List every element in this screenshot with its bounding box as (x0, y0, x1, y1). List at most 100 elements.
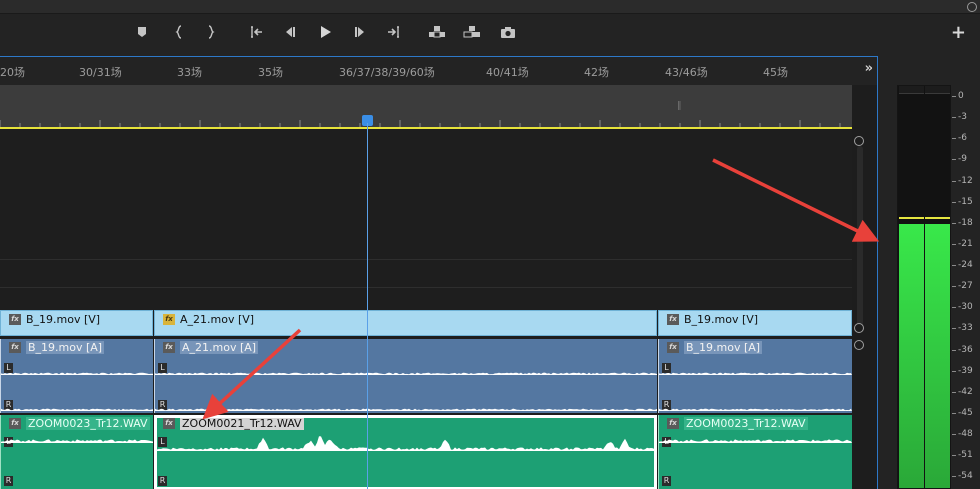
selected-audio-clip[interactable]: fx ZOOM0021_Tr12.WAV L R (154, 415, 657, 489)
scrollbar-handle[interactable] (854, 340, 864, 350)
audio-waveform (659, 439, 852, 443)
playhead-line (367, 123, 368, 489)
db-tick (952, 434, 956, 436)
db-tick (952, 201, 956, 203)
waveform-path (155, 408, 657, 411)
lift-icon[interactable] (426, 22, 448, 42)
play-icon[interactable] (314, 22, 336, 42)
marker-label[interactable]: 36/37/38/39/60场 (339, 64, 435, 80)
scrollbar-top-handle[interactable] (854, 136, 864, 146)
db-label: -15 (958, 196, 973, 207)
db-label: -51 (958, 450, 973, 461)
marker-label[interactable]: 20场 (0, 64, 25, 80)
fx-icon: fx (9, 342, 21, 353)
fx-icon: fx (667, 342, 679, 353)
step-forward-icon[interactable] (349, 22, 371, 42)
go-to-out-icon[interactable] (383, 22, 405, 42)
db-tick (952, 117, 956, 119)
waveform-path (659, 439, 852, 443)
audio-waveform (659, 372, 852, 375)
step-back-icon[interactable] (279, 22, 301, 42)
track-divider (0, 287, 852, 288)
audio-waveform (155, 408, 657, 411)
db-tick (952, 286, 956, 288)
mark-in-icon[interactable] (168, 22, 190, 42)
audio-clip[interactable]: fx A_21.mov [A] L R (154, 339, 657, 413)
db-label: -39 (958, 365, 973, 376)
clip-name: B_19.mov [A] (684, 341, 763, 354)
db-scale: 0 -3 -6 -9 -12 -15 -18 -21 -24 -27 -30 -33 -36 -39 -42… (952, 85, 980, 489)
db-label: -24 (958, 260, 973, 271)
clip-indicator-right[interactable] (925, 86, 950, 94)
track-divider (0, 259, 852, 260)
panel-top-strip (0, 0, 980, 14)
marker-label[interactable]: 40/41场 (486, 64, 529, 80)
audio-clip[interactable]: fx B_19.mov [A] L R (658, 339, 852, 413)
peak-indicator-left (899, 216, 924, 219)
mark-out-icon[interactable] (200, 22, 222, 42)
db-tick (952, 243, 956, 245)
clip-name: B_19.mov [V] (684, 313, 759, 326)
go-to-in-icon[interactable] (245, 22, 267, 42)
peak-indicator-right (925, 216, 950, 219)
audio-waveform (1, 372, 153, 375)
clip-name: ZOOM0023_Tr12.WAV (26, 417, 150, 430)
db-label: -27 (958, 281, 973, 292)
time-ruler[interactable]: ‖ (0, 85, 852, 129)
marker-label[interactable]: 43/46场 (665, 64, 708, 80)
marker-label[interactable]: 30/31场 (79, 64, 122, 80)
db-tick (952, 455, 956, 457)
waveform-path (659, 408, 852, 411)
export-frame-icon[interactable] (497, 22, 519, 42)
scrollbar-bottom-handle[interactable] (854, 323, 864, 333)
db-label: -54 (958, 471, 973, 482)
audio-waveform (659, 408, 852, 411)
clip-indicator-left[interactable] (899, 86, 924, 94)
timeline-panel: 20场 30/31场 33场 35场 36/37/38/39/60场 40/41… (0, 56, 878, 489)
scroll-right-chevron-icon[interactable]: » (865, 61, 873, 76)
waveform-path (1, 408, 153, 411)
waveform-path (659, 372, 852, 375)
clip-name: A_21.mov [V] (180, 313, 255, 326)
marker-label[interactable]: 35场 (258, 64, 283, 80)
db-label: 0 (958, 91, 964, 101)
panel-menu-circle-icon[interactable] (967, 2, 977, 12)
video-clip[interactable]: fx A_21.mov [V] (154, 310, 657, 336)
marker-label[interactable]: 45场 (763, 64, 788, 80)
audio-clip[interactable]: fxZOOM0023_Tr12.WAV L R (0, 415, 153, 489)
right-channel-label: R (158, 476, 167, 486)
db-label: -33 (958, 323, 973, 334)
audio-clip[interactable]: fx B_19.mov [A] L R (0, 339, 153, 413)
meter-bar-left (899, 223, 924, 488)
db-label: -21 (958, 238, 973, 249)
fx-icon: fx (9, 314, 21, 325)
db-tick (952, 222, 956, 224)
extract-icon[interactable] (461, 22, 483, 42)
scrollbar-track[interactable] (857, 146, 863, 326)
marker-label[interactable]: 33场 (177, 64, 202, 80)
marker-ruler: 20场 30/31场 33场 35场 36/37/38/39/60场 40/41… (0, 57, 877, 85)
audio-clip[interactable]: fxZOOM0023_Tr12.WAV L R (658, 415, 852, 489)
clip-name: A_21.mov [A] (180, 341, 259, 354)
right-channel-label: R (4, 476, 13, 486)
add-button[interactable]: + (951, 24, 966, 42)
marker-label[interactable]: 42场 (584, 64, 609, 80)
db-tick (952, 349, 956, 351)
right-channel-label: R (662, 476, 671, 486)
db-tick (952, 307, 956, 309)
db-tick (952, 180, 956, 182)
audio-meter (897, 85, 951, 489)
track-scrollbar[interactable] (854, 136, 866, 489)
fx-icon: fx (9, 418, 21, 429)
db-tick (952, 96, 956, 97)
fx-icon: fx (163, 314, 175, 325)
waveform-path (155, 372, 657, 375)
db-label: -6 (958, 133, 967, 144)
video-clip[interactable]: fx B_19.mov [V] (658, 310, 852, 336)
video-clip[interactable]: fx B_19.mov [V] (0, 310, 153, 336)
audio-waveform (155, 372, 657, 375)
db-tick (952, 159, 956, 161)
add-marker-icon[interactable] (131, 22, 153, 42)
meter-bar-right (925, 223, 950, 488)
fx-icon: fx (667, 314, 679, 325)
